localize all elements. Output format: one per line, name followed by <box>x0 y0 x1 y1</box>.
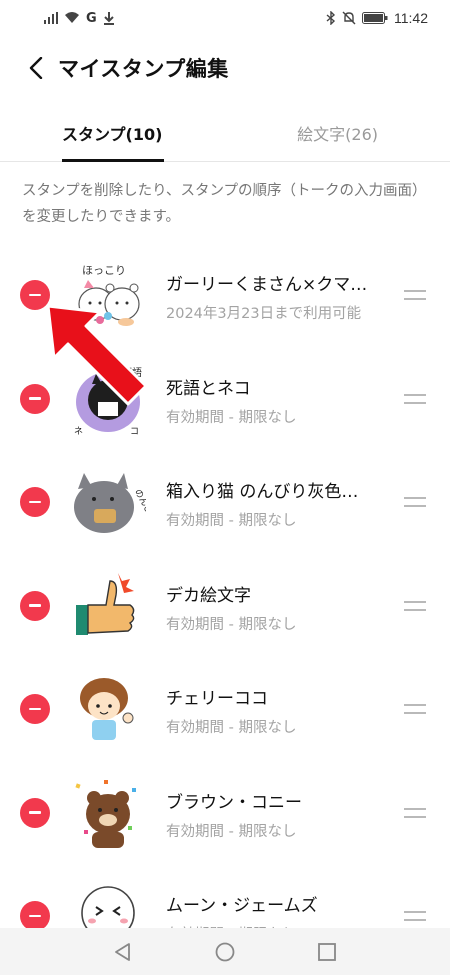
sticker-title: 箱入り猫 のんびり灰色… <box>166 482 359 502</box>
thumb-caption: ほっこり <box>82 264 126 277</box>
sticker-expiry: 有効期間 - 期限なし <box>166 513 297 529</box>
drag-handle[interactable] <box>404 807 426 820</box>
remove-button[interactable] <box>20 487 50 517</box>
remove-button[interactable] <box>20 590 50 621</box>
battery-icon <box>362 12 388 24</box>
mute-bell-icon <box>342 11 356 25</box>
tab-emoji[interactable]: 絵文字(26) <box>220 104 450 161</box>
system-nav-bar <box>0 928 450 975</box>
clock: 11:42 <box>394 10 428 26</box>
sticker-thumbnail-brown-cony <box>75 779 136 848</box>
sticker-title: 死語とネコ <box>166 378 251 399</box>
sticker-title: チェリーココ <box>166 689 268 709</box>
download-icon <box>103 11 115 25</box>
circle-home-icon <box>215 942 235 961</box>
status-bar: G 11:42 <box>0 0 450 36</box>
thumb-caption: のんびり <box>132 487 146 524</box>
remove-button[interactable] <box>20 383 50 414</box>
drag-handle[interactable] <box>404 600 426 613</box>
remove-button[interactable] <box>20 694 50 724</box>
drag-handle[interactable] <box>404 704 426 716</box>
status-left: G <box>44 11 115 26</box>
nav-recents-button[interactable] <box>312 937 342 967</box>
drag-handle[interactable] <box>404 911 426 923</box>
wifi-icon <box>64 12 80 24</box>
thumb-caption: 死語 <box>122 366 142 379</box>
status-right: 11:42 <box>326 10 428 26</box>
sticker-expiry: 有効期間 - 期限なし <box>166 823 297 840</box>
nav-home-button[interactable] <box>210 937 240 967</box>
remove-button[interactable] <box>20 280 50 310</box>
sticker-row: デカ絵文字 有効期間 - 期限なし <box>0 559 450 663</box>
back-button[interactable] <box>14 46 58 90</box>
sticker-thumbnail-cherry-coco <box>80 678 134 740</box>
signal-icon <box>44 12 58 24</box>
sticker-thumbnail-box-cat: のんびり <box>74 473 146 533</box>
remove-button[interactable] <box>20 901 50 931</box>
tab-stamps-label: スタンプ(10) <box>62 124 163 144</box>
sticker-thumbnail-thumbs-up <box>76 572 135 635</box>
bluetooth-icon <box>326 11 336 25</box>
sticker-title: ガーリーくまさん×クマ… <box>166 275 368 295</box>
drag-handle[interactable] <box>404 290 426 302</box>
sticker-list: ほっこり ガーリーくまさん×クマ… 2024年3月23日まで利用可能 死語 ネ <box>0 248 450 973</box>
description-text: スタンプを削除したり、スタンプの順序（トークの入力画面）を変更したりできます。 <box>22 183 427 225</box>
header: マイスタンプ編集 <box>0 46 450 90</box>
sticker-expiry: 有効期間 - 期限なし <box>166 409 297 426</box>
svg-text:コ: コ <box>130 427 139 437</box>
network-type-label: G <box>86 10 97 26</box>
sticker-row: ほっこり ガーリーくまさん×クマ… 2024年3月23日まで利用可能 <box>0 248 450 352</box>
sticker-title: ブラウン・コニー <box>166 792 302 813</box>
remove-button[interactable] <box>20 797 50 828</box>
sticker-expiry: 有効期間 - 期限なし <box>166 616 297 633</box>
svg-text:ネ: ネ <box>74 426 83 437</box>
sticker-row: のんびり 箱入り猫 のんびり灰色… 有効期間 - 期限なし <box>0 455 450 559</box>
sticker-title: デカ絵文字 <box>166 585 251 606</box>
sticker-expiry: 2024年3月23日まで利用可能 <box>166 306 362 322</box>
triangle-back-icon <box>115 942 130 961</box>
drag-handle[interactable] <box>404 393 426 406</box>
sticker-thumbnail-shigo-neko: 死語 ネ コ <box>74 366 142 437</box>
tab-emoji-label: 絵文字(26) <box>297 124 378 144</box>
sticker-thumbnail-bears: ほっこり <box>78 264 140 326</box>
sticker-row: チェリーココ 有効期間 - 期限なし <box>0 662 450 766</box>
sticker-row: 死語 ネ コ 死語とネコ 有効期間 - 期限なし <box>0 352 450 456</box>
active-tab-indicator <box>62 159 164 162</box>
page-title: マイスタンプ編集 <box>58 57 229 81</box>
tab-stamps[interactable]: スタンプ(10) <box>0 104 220 162</box>
sticker-row: ブラウン・コニー 有効期間 - 期限なし <box>0 766 450 870</box>
square-recents-icon <box>318 942 336 961</box>
nav-back-button[interactable] <box>108 937 138 967</box>
tab-bar: スタンプ(10) 絵文字(26) <box>0 104 450 162</box>
drag-handle[interactable] <box>404 497 426 509</box>
sticker-title: ムーン・ジェームズ <box>166 896 318 916</box>
chevron-left-icon <box>29 57 43 79</box>
sticker-expiry: 有効期間 - 期限なし <box>166 720 297 736</box>
